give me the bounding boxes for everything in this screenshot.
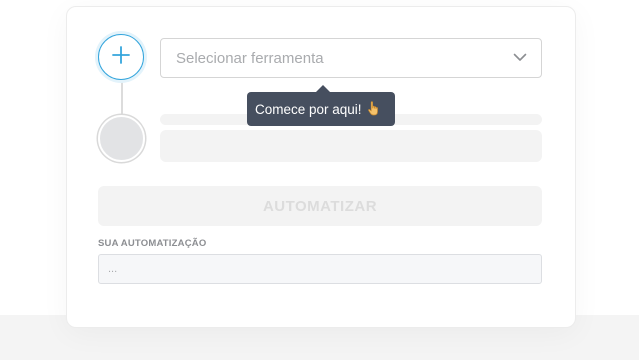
tool-select-placeholder: Selecionar ferramenta [176,49,324,67]
result-value: ... [108,263,118,275]
page: Selecionar ferramenta Comece por aqui! A… [0,0,639,360]
plus-icon [111,45,131,70]
start-here-tooltip: Comece por aqui! [247,92,395,126]
step-connector-line [121,80,123,116]
tooltip-arrow [316,85,330,92]
result-output-field[interactable]: ... [98,254,542,284]
step-placeholder-circle [98,115,145,162]
tool-select-dropdown[interactable]: Selecionar ferramenta [160,38,542,78]
automate-button[interactable]: AUTOMATIZAR [98,186,542,226]
pointing-hand-icon [367,100,381,118]
tooltip-text: Comece por aqui! [255,101,362,117]
chevron-down-icon [513,49,527,67]
skeleton-field [160,130,542,162]
result-label: SUA AUTOMATIZAÇÃO [98,238,207,249]
add-step-button[interactable] [98,34,144,80]
